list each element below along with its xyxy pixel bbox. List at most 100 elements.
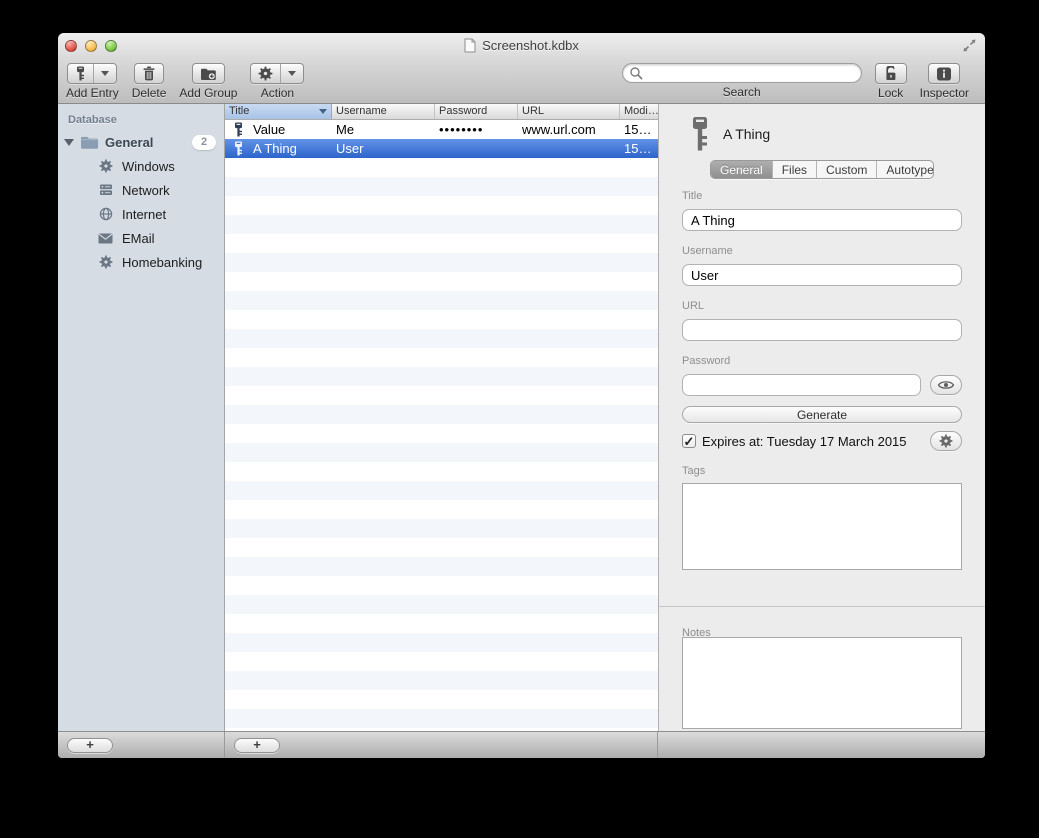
add-entry-label: Add Entry <box>66 86 119 100</box>
sidebar-item-label: Windows <box>122 159 175 174</box>
entry-modified: 15… <box>620 141 658 156</box>
entry-title: A Thing <box>253 141 297 156</box>
generate-button[interactable]: Generate <box>682 406 962 423</box>
tags-field[interactable] <box>682 483 962 570</box>
action-dropdown[interactable] <box>280 64 303 83</box>
lock-label: Lock <box>878 86 903 100</box>
add-group-plus-button[interactable]: + <box>67 738 113 753</box>
sidebar-item-network[interactable]: Network <box>58 178 224 202</box>
entry-count-badge: 2 <box>192 135 216 150</box>
sidebar-item-homebanking[interactable]: Homebanking <box>58 250 224 274</box>
lock-open-icon <box>876 64 906 83</box>
add-entry-plus-button[interactable]: + <box>234 738 280 753</box>
delete-label: Delete <box>132 86 167 100</box>
search-input[interactable] <box>643 66 855 80</box>
entry-password: •••••••• <box>435 122 518 137</box>
sidebar: Database General 2 Windows Network <box>58 104 225 731</box>
folder-plus-icon <box>193 64 224 83</box>
title-field-label: Title <box>682 190 962 202</box>
tags-field-label: Tags <box>682 465 962 477</box>
url-field[interactable] <box>682 319 962 341</box>
disclosure-triangle-icon[interactable] <box>64 139 74 146</box>
chevron-down-icon <box>101 71 109 76</box>
action-button[interactable] <box>250 63 304 84</box>
lock-button[interactable] <box>875 63 907 84</box>
add-entry-dropdown[interactable] <box>93 64 116 83</box>
url-field-label: URL <box>682 300 962 312</box>
expires-label: Expires at: Tuesday 17 March 2015 <box>702 434 907 449</box>
gear-icon <box>939 434 953 448</box>
envelope-icon <box>98 231 113 246</box>
app-window: Screenshot.kdbx Add Entry <box>58 33 985 758</box>
window-title: Screenshot.kdbx <box>482 38 579 53</box>
table-row[interactable]: Value Me •••••••• www.url.com 15… <box>225 120 658 139</box>
delete-button[interactable] <box>134 63 164 84</box>
column-header-modified[interactable]: Modi… <box>620 104 658 119</box>
check-icon: ✓ <box>684 435 695 448</box>
column-header-url[interactable]: URL <box>518 104 620 119</box>
folder-icon <box>80 135 99 149</box>
divider <box>659 606 985 607</box>
username-field-label: Username <box>682 245 962 257</box>
search-field[interactable] <box>622 63 862 83</box>
chevron-down-icon <box>288 71 296 76</box>
empty-rows-area <box>225 158 658 731</box>
sidebar-group-label: General <box>105 135 153 150</box>
key-icon <box>233 122 244 137</box>
sidebar-item-windows[interactable]: Windows <box>58 154 224 178</box>
tab-autotype[interactable]: Autotype <box>877 161 934 178</box>
username-field[interactable] <box>682 264 962 286</box>
title-field[interactable] <box>682 209 962 231</box>
add-group-label: Add Group <box>179 86 237 100</box>
inspector-button[interactable] <box>928 63 960 84</box>
entry-modified: 15… <box>620 122 658 137</box>
column-header-title[interactable]: Title <box>225 104 332 119</box>
sidebar-item-label: Internet <box>122 207 166 222</box>
entry-username: Me <box>332 122 435 137</box>
inspector-entry-title: A Thing <box>723 126 770 142</box>
sort-indicator-icon <box>319 109 327 114</box>
sidebar-group-general[interactable]: General 2 <box>58 130 224 154</box>
sidebar-item-internet[interactable]: Internet <box>58 202 224 226</box>
column-header-password[interactable]: Password <box>435 104 518 119</box>
add-group-button[interactable] <box>192 63 225 84</box>
tab-custom[interactable]: Custom <box>817 161 877 178</box>
expires-checkbox[interactable]: ✓ <box>682 434 696 448</box>
titlebar: Screenshot.kdbx <box>58 33 985 58</box>
toolbar: Add Entry Delete Add Group <box>58 58 985 104</box>
fullscreen-icon[interactable] <box>962 38 977 53</box>
trash-icon <box>135 64 163 83</box>
globe-icon <box>98 207 113 222</box>
entry-title: Value <box>253 122 285 137</box>
sidebar-item-email[interactable]: EMail <box>58 226 224 250</box>
gear-icon <box>98 255 113 270</box>
key-icon <box>690 116 710 152</box>
table-row-selected[interactable]: A Thing User 15… <box>225 139 658 158</box>
eye-icon <box>937 379 955 391</box>
bottom-bar: + + <box>58 731 985 758</box>
key-icon <box>68 64 93 83</box>
search-icon <box>629 66 643 80</box>
add-entry-button[interactable] <box>67 63 117 84</box>
inspector-panel: A Thing General Files Custom Autotype Ti… <box>658 104 985 731</box>
notes-field[interactable] <box>682 637 962 729</box>
password-field[interactable] <box>682 374 921 396</box>
info-icon <box>929 64 959 83</box>
sidebar-item-label: EMail <box>122 231 155 246</box>
server-icon <box>98 183 113 198</box>
password-field-label: Password <box>682 355 962 367</box>
expires-settings-button[interactable] <box>930 431 962 451</box>
tab-files[interactable]: Files <box>773 161 817 178</box>
tab-general[interactable]: General <box>711 161 773 178</box>
entry-table: Title Username Password URL Modi… Value … <box>225 104 658 731</box>
key-icon <box>233 141 244 156</box>
column-header-username[interactable]: Username <box>332 104 435 119</box>
entry-username: User <box>332 141 435 156</box>
gear-icon <box>251 64 280 83</box>
inspector-label: Inspector <box>920 86 969 100</box>
reveal-password-button[interactable] <box>930 375 962 395</box>
action-label: Action <box>261 86 294 100</box>
search-label: Search <box>723 85 761 99</box>
table-header: Title Username Password URL Modi… <box>225 104 658 120</box>
entry-url: www.url.com <box>518 122 620 137</box>
